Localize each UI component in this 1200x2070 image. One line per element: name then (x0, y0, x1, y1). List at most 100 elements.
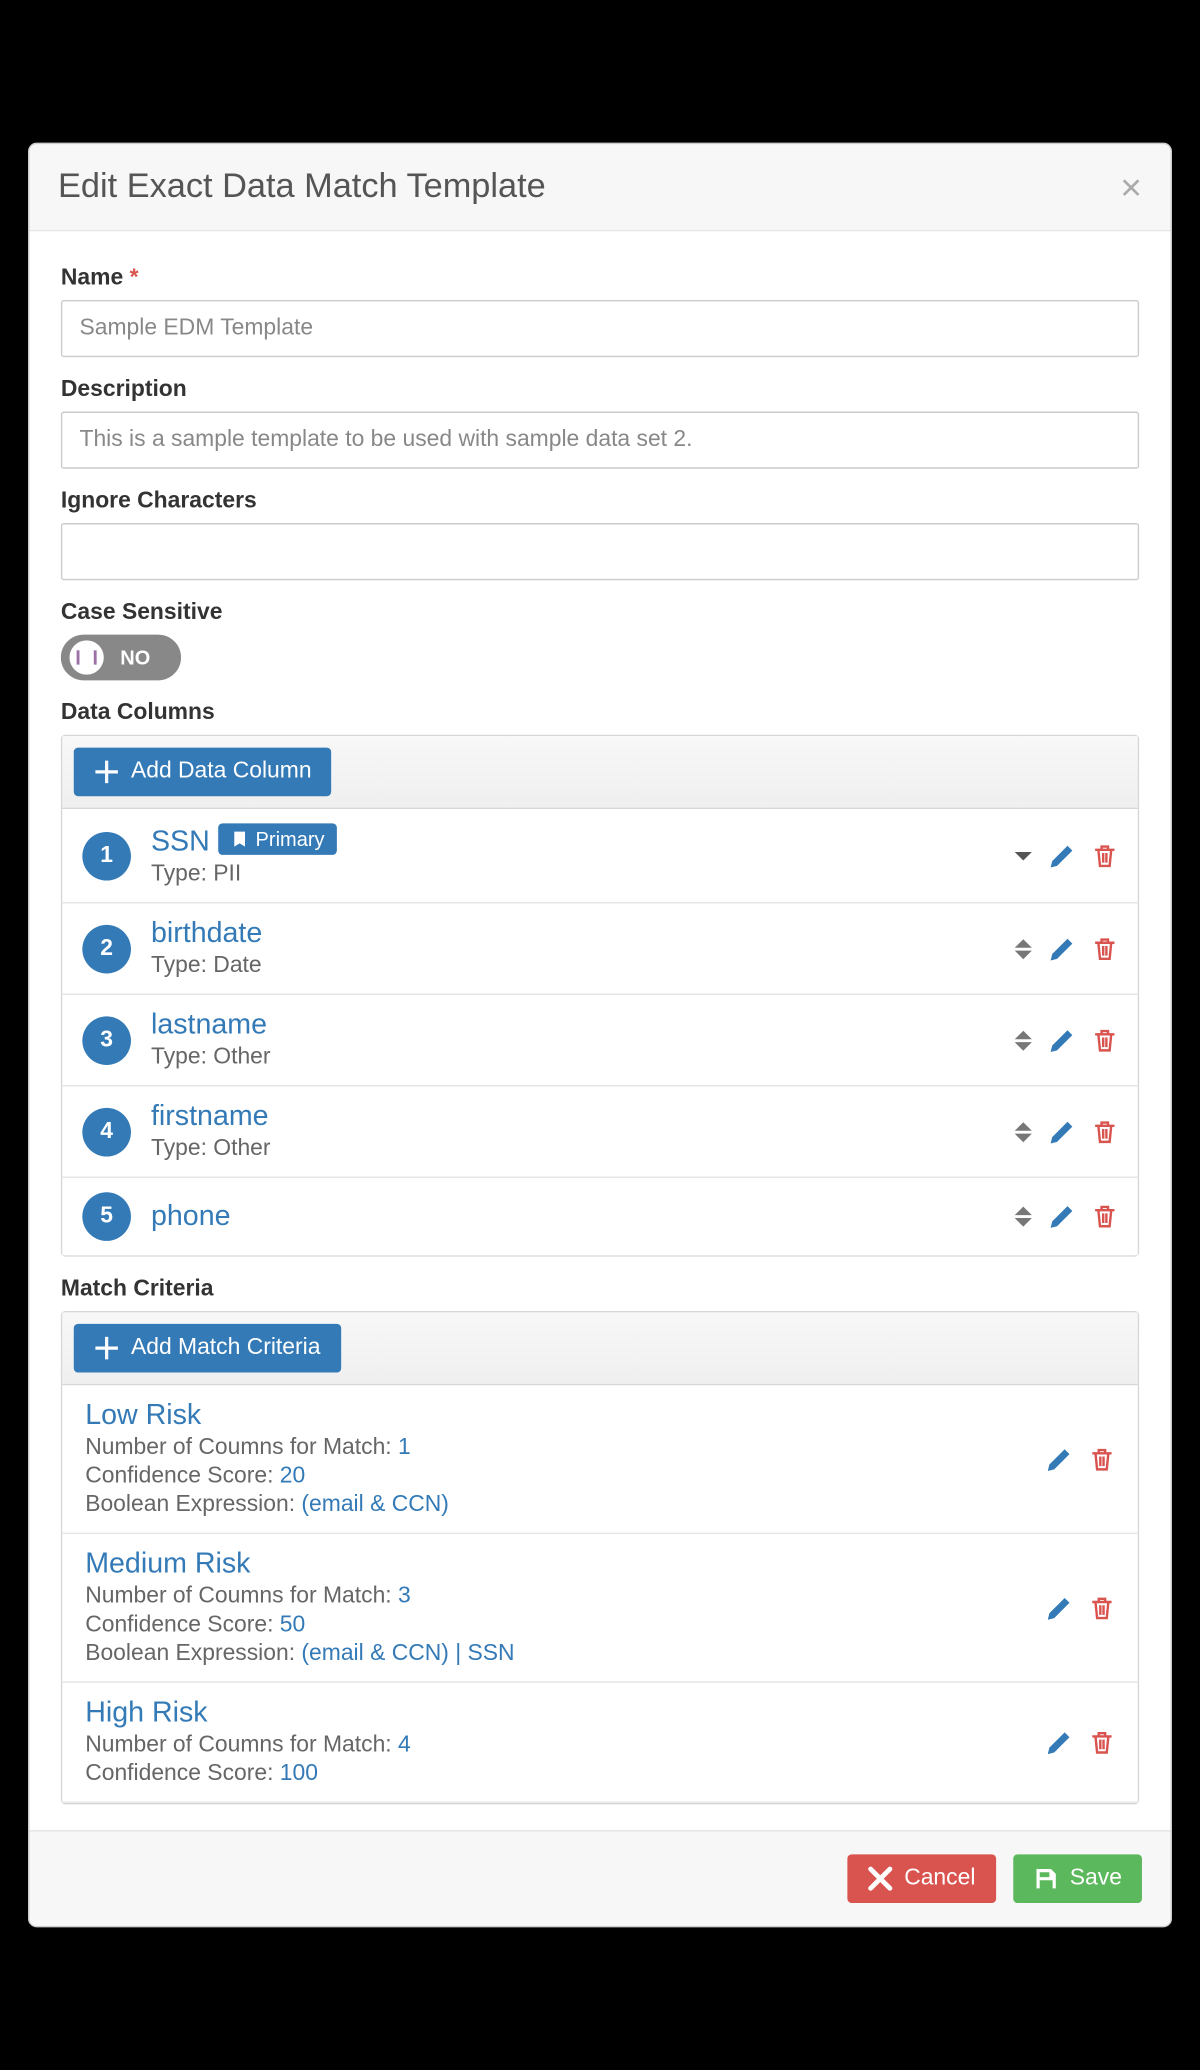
delete-icon[interactable] (1092, 936, 1118, 962)
row-actions (1046, 1729, 1115, 1755)
column-index: 5 (82, 1192, 131, 1241)
primary-badge: Primary (218, 823, 337, 854)
edit-icon[interactable] (1049, 843, 1075, 869)
row-actions (1015, 1204, 1118, 1230)
save-icon (1033, 1866, 1059, 1892)
criteria-boolean: Boolean Expression: (email & CCN) (85, 1493, 1026, 1519)
data-columns-panel: Add Data Column 1 SSNPrimary Type: PII 2 bir… (61, 735, 1139, 1257)
sort-handle[interactable] (1015, 938, 1032, 958)
row-actions (1046, 1595, 1115, 1621)
edit-icon[interactable] (1049, 1027, 1075, 1053)
close-icon[interactable]: × (1120, 168, 1142, 205)
add-match-criteria-button[interactable]: Add Match Criteria (74, 1324, 341, 1373)
modal-header: Edit Exact Data Match Template × (29, 144, 1170, 231)
edit-icon[interactable] (1049, 1204, 1075, 1230)
ignore-characters-label: Ignore Characters (61, 489, 1139, 515)
row-actions (1015, 843, 1118, 869)
sort-handle[interactable] (1015, 1207, 1032, 1227)
edit-icon[interactable] (1046, 1446, 1072, 1472)
column-name[interactable]: phone (151, 1200, 995, 1233)
match-criteria-row: High Risk Number of Coumns for Match: 4Co… (62, 1683, 1137, 1803)
delete-icon[interactable] (1092, 843, 1118, 869)
bookmark-icon (231, 831, 248, 848)
data-column-row: 1 SSNPrimary Type: PII (62, 809, 1137, 903)
name-input[interactable] (61, 300, 1139, 357)
delete-icon[interactable] (1092, 1027, 1118, 1053)
criteria-num-columns: Number of Coumns for Match: 1 (85, 1435, 1026, 1461)
edit-edm-template-modal: Edit Exact Data Match Template × Name * … (28, 143, 1172, 1928)
column-type: Type: PII (151, 862, 995, 888)
case-sensitive-group: Case Sensitive NO (61, 600, 1139, 680)
match-criteria-panel: Add Match Criteria Low RiskNumber of Cou… (61, 1311, 1139, 1804)
sort-handle[interactable] (1015, 1030, 1032, 1050)
edit-icon[interactable] (1049, 1119, 1075, 1145)
criteria-title[interactable]: High Risk (85, 1697, 1026, 1730)
data-column-row: 4firstnameType: Other (62, 1086, 1137, 1178)
modal-footer: Cancel Save (29, 1830, 1170, 1926)
data-column-row: 3lastnameType: Other (62, 995, 1137, 1087)
sort-handle[interactable] (1015, 851, 1032, 860)
match-criteria-row: Medium Risk Number of Coumns for Match: 3… (62, 1534, 1137, 1683)
row-actions (1015, 1027, 1118, 1053)
column-name[interactable]: birthdate (151, 918, 995, 951)
ignore-characters-field-group: Ignore Characters (61, 489, 1139, 581)
criteria-title[interactable]: Medium Risk (85, 1548, 1026, 1581)
criteria-confidence: Confidence Score: 100 (85, 1761, 1026, 1787)
criteria-num-columns: Number of Coumns for Match: 4 (85, 1733, 1026, 1759)
case-sensitive-label: Case Sensitive (61, 600, 1139, 626)
delete-icon[interactable] (1089, 1729, 1115, 1755)
match-criteria-section: Match Criteria Add Match Criteria Low Ri… (61, 1277, 1139, 1805)
description-label: Description (61, 377, 1139, 403)
match-criteria-row: Low RiskNumber of Coumns for Match: 1 Con… (62, 1385, 1137, 1534)
ignore-characters-input[interactable] (61, 523, 1139, 580)
delete-icon[interactable] (1092, 1119, 1118, 1145)
sort-handle[interactable] (1015, 1122, 1032, 1142)
data-column-row: 2 birthdateType: Date (62, 903, 1137, 995)
edit-icon[interactable] (1046, 1729, 1072, 1755)
column-name[interactable]: SSNPrimary (151, 823, 995, 859)
column-name[interactable]: firstname (151, 1101, 995, 1134)
add-data-column-button[interactable]: Add Data Column (74, 748, 332, 797)
description-input[interactable] (61, 412, 1139, 469)
criteria-confidence: Confidence Score: 20 (85, 1464, 1026, 1490)
column-index: 1 (82, 831, 131, 880)
modal-title: Edit Exact Data Match Template (58, 167, 546, 207)
criteria-title[interactable]: Low Risk (85, 1400, 1026, 1433)
data-columns-section: Data Columns Add Data Column 1 SSNPrimary… (61, 700, 1139, 1256)
match-criteria-panel-header: Add Match Criteria (62, 1312, 1137, 1385)
data-columns-label: Data Columns (61, 700, 1139, 726)
cancel-button[interactable]: Cancel (847, 1854, 995, 1903)
data-column-row: 5 phone (62, 1178, 1137, 1255)
criteria-boolean: Boolean Expression: (email & CCN) | SSN (85, 1641, 1026, 1667)
name-field-group: Name * (61, 266, 1139, 358)
data-columns-panel-header: Add Data Column (62, 736, 1137, 809)
delete-icon[interactable] (1089, 1595, 1115, 1621)
delete-icon[interactable] (1092, 1204, 1118, 1230)
match-criteria-list[interactable]: Low RiskNumber of Coumns for Match: 1 Con… (62, 1385, 1137, 1803)
modal-body: Name * Description Ignore Characters Cas… (29, 231, 1170, 1830)
plus-icon (94, 1335, 120, 1361)
row-actions (1046, 1446, 1115, 1472)
column-name[interactable]: lastname (151, 1009, 995, 1042)
criteria-num-columns: Number of Coumns for Match: 3 (85, 1584, 1026, 1610)
description-field-group: Description (61, 377, 1139, 469)
save-button[interactable]: Save (1013, 1854, 1142, 1903)
column-index: 2 (82, 924, 131, 973)
case-sensitive-toggle[interactable]: NO (61, 635, 181, 681)
column-index: 3 (82, 1016, 131, 1065)
column-index: 4 (82, 1107, 131, 1156)
edit-icon[interactable] (1046, 1595, 1072, 1621)
plus-icon (94, 759, 120, 785)
delete-icon[interactable] (1089, 1446, 1115, 1472)
toggle-knob-icon (69, 640, 103, 674)
toggle-value: NO (104, 646, 178, 669)
row-actions (1015, 936, 1118, 962)
edit-icon[interactable] (1049, 936, 1075, 962)
row-actions (1015, 1119, 1118, 1145)
data-columns-list[interactable]: 1 SSNPrimary Type: PII 2 birthdateType: Date… (62, 809, 1137, 1255)
column-type: Type: Date (151, 953, 995, 979)
name-label: Name * (61, 266, 1139, 292)
match-criteria-label: Match Criteria (61, 1277, 1139, 1303)
criteria-confidence: Confidence Score: 50 (85, 1613, 1026, 1639)
x-icon (867, 1866, 893, 1892)
